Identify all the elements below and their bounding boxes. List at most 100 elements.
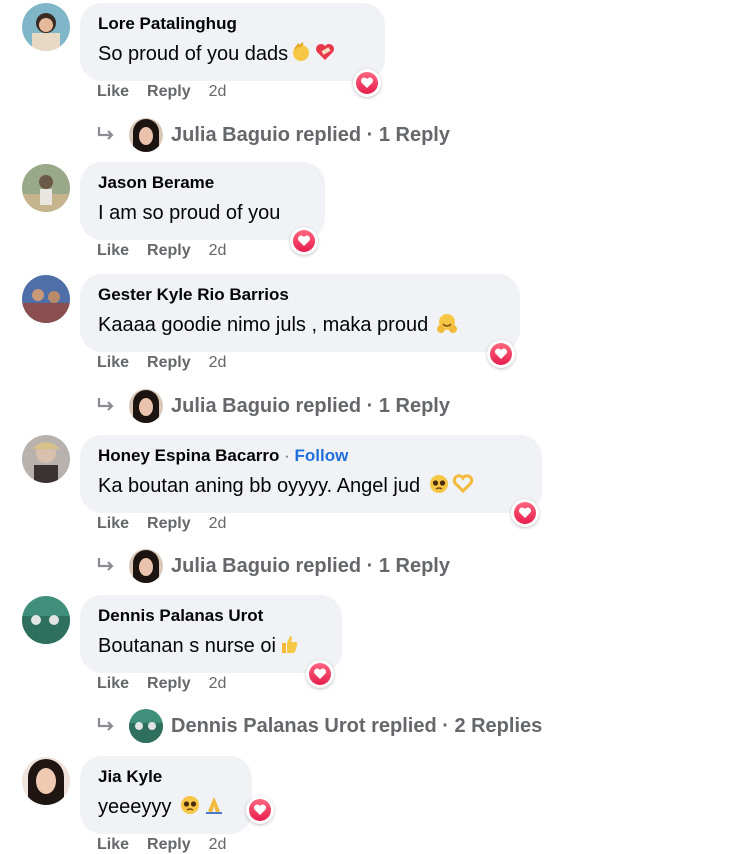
comment-actions: Like Reply 2d: [97, 515, 244, 533]
reply-avatar: [129, 118, 163, 152]
reply-author: Julia Baguio: [171, 123, 290, 146]
comment-author[interactable]: Lore Patalinghug: [98, 13, 367, 35]
reply-arrow-icon: [97, 558, 114, 571]
heart-hands-icon: [452, 473, 474, 504]
comment-author-name[interactable]: Honey Espina Bacarro: [98, 446, 279, 465]
heart-icon: [313, 668, 327, 679]
comment-actions: Like Reply 2d: [97, 354, 244, 372]
reply-avatar: [129, 549, 163, 583]
reaction-badge[interactable]: [353, 69, 381, 97]
comment: Honey Espina Bacarro · Follow Ka boutan …: [0, 435, 750, 583]
timestamp: 2d: [208, 836, 227, 853]
reply-author: Dennis Palanas Urot: [171, 714, 366, 737]
comment-bubble: Jia Kyle yeeeyyy: [80, 756, 252, 834]
timestamp: 2d: [208, 83, 227, 100]
timestamp: 2d: [208, 242, 227, 259]
avatar[interactable]: [22, 3, 70, 51]
heart-icon: [360, 77, 374, 88]
reply-author: Julia Baguio: [171, 394, 290, 417]
pleading-face-icon: [179, 794, 201, 825]
view-replies-link[interactable]: Dennis Palanas Urot replied · 2 Replies: [95, 708, 542, 744]
comment-text: I am so proud of you: [98, 202, 281, 224]
comment-bubble: Gester Kyle Rio Barrios Kaaaa goodie nim…: [80, 274, 520, 352]
reply-button[interactable]: Reply: [147, 83, 191, 100]
heart-icon: [494, 348, 508, 359]
reply-arrow-icon: [97, 718, 114, 731]
comment-bubble: Honey Espina Bacarro · Follow Ka boutan …: [80, 435, 542, 513]
comment-actions: Like Reply 2d: [97, 242, 244, 260]
comment-text: So proud of you dads: [98, 39, 367, 72]
reply-button[interactable]: Reply: [147, 242, 191, 259]
like-button[interactable]: Like: [97, 675, 129, 692]
reply-verb: replied: [295, 123, 362, 146]
reply-verb: replied: [371, 714, 437, 737]
reaction-badge[interactable]: [306, 660, 334, 688]
comment-actions: Like Reply 2d: [97, 675, 244, 693]
comment-actions: Like Reply 2d: [97, 836, 244, 854]
reply-button[interactable]: Reply: [147, 354, 191, 371]
reply-avatar: [129, 709, 163, 743]
comment: Dennis Palanas Urot Boutanan s nurse oi …: [0, 595, 750, 743]
comment-author[interactable]: Jia Kyle: [98, 766, 234, 788]
like-button[interactable]: Like: [97, 515, 129, 532]
reply-count: 1 Reply: [378, 554, 450, 577]
reaction-badge[interactable]: [511, 499, 539, 527]
reaction-badge[interactable]: [290, 227, 318, 255]
comment-text: yeeeyyy: [98, 792, 234, 825]
reaction-badge[interactable]: [246, 796, 274, 824]
view-replies-link[interactable]: Julia Baguio replied · 1 Reply: [95, 388, 450, 424]
comment-author[interactable]: Jason Berame: [98, 172, 307, 194]
comment: Lore Patalinghug So proud of you dads Li…: [0, 3, 750, 152]
like-button[interactable]: Like: [97, 83, 129, 100]
avatar[interactable]: [22, 275, 70, 323]
comment-bubble: Lore Patalinghug So proud of you dads: [80, 3, 385, 81]
timestamp: 2d: [208, 354, 227, 371]
comment-author[interactable]: Gester Kyle Rio Barrios: [98, 284, 502, 306]
comment-text: Ka boutan aning bb oyyyy. Angel jud: [98, 471, 524, 504]
heart-icon: [297, 235, 311, 246]
comment-author[interactable]: Dennis Palanas Urot: [98, 605, 324, 627]
comment: Jason Berame I am so proud of you Like Re…: [0, 162, 750, 259]
reply-button[interactable]: Reply: [147, 675, 191, 692]
like-button[interactable]: Like: [97, 354, 129, 371]
timestamp: 2d: [208, 675, 227, 692]
comment-author: Honey Espina Bacarro · Follow: [98, 446, 349, 465]
reply-button[interactable]: Reply: [147, 836, 191, 853]
avatar[interactable]: [22, 164, 70, 212]
reply-count: 1 Reply: [378, 394, 450, 417]
clapping-hands-icon: [290, 41, 312, 72]
heart-with-bandage-icon: [314, 41, 336, 72]
comment-text: Boutanan s nurse oi: [98, 631, 324, 664]
like-button[interactable]: Like: [97, 836, 129, 853]
like-button[interactable]: Like: [97, 242, 129, 259]
avatar[interactable]: [22, 596, 70, 644]
reply-button[interactable]: Reply: [147, 515, 191, 532]
pleading-face-icon: [428, 473, 450, 504]
follow-button[interactable]: Follow: [295, 446, 349, 465]
folded-hands-icon: [203, 794, 225, 825]
comment: Jia Kyle yeeeyyy Like Reply 2d: [0, 756, 750, 853]
timestamp: 2d: [208, 515, 227, 532]
reaction-badge[interactable]: [487, 340, 515, 368]
reply-author: Julia Baguio: [171, 554, 290, 577]
view-replies-link[interactable]: Julia Baguio replied · 1 Reply: [95, 117, 450, 153]
thumbs-up-icon: [278, 633, 300, 664]
heart-icon: [518, 507, 532, 518]
reply-count: 2 Replies: [454, 714, 543, 737]
comment: Gester Kyle Rio Barrios Kaaaa goodie nim…: [0, 274, 750, 423]
reply-arrow-icon: [97, 398, 114, 411]
smiling-face-with-open-hands-icon: [436, 312, 458, 343]
comment-actions: Like Reply 2d: [97, 83, 244, 101]
reply-arrow-icon: [97, 127, 114, 140]
avatar[interactable]: [22, 435, 70, 483]
comment-bubble: Jason Berame I am so proud of you: [80, 162, 325, 240]
comment-bubble: Dennis Palanas Urot Boutanan s nurse oi: [80, 595, 342, 673]
comment-text: Kaaaa goodie nimo juls , maka proud: [98, 310, 502, 343]
reply-verb: replied: [295, 554, 362, 577]
reply-count: 1 Reply: [378, 123, 450, 146]
reply-verb: replied: [295, 394, 362, 417]
heart-icon: [253, 804, 267, 815]
reply-avatar: [129, 389, 163, 423]
avatar[interactable]: [22, 757, 70, 805]
view-replies-link[interactable]: Julia Baguio replied · 1 Reply: [95, 548, 450, 584]
